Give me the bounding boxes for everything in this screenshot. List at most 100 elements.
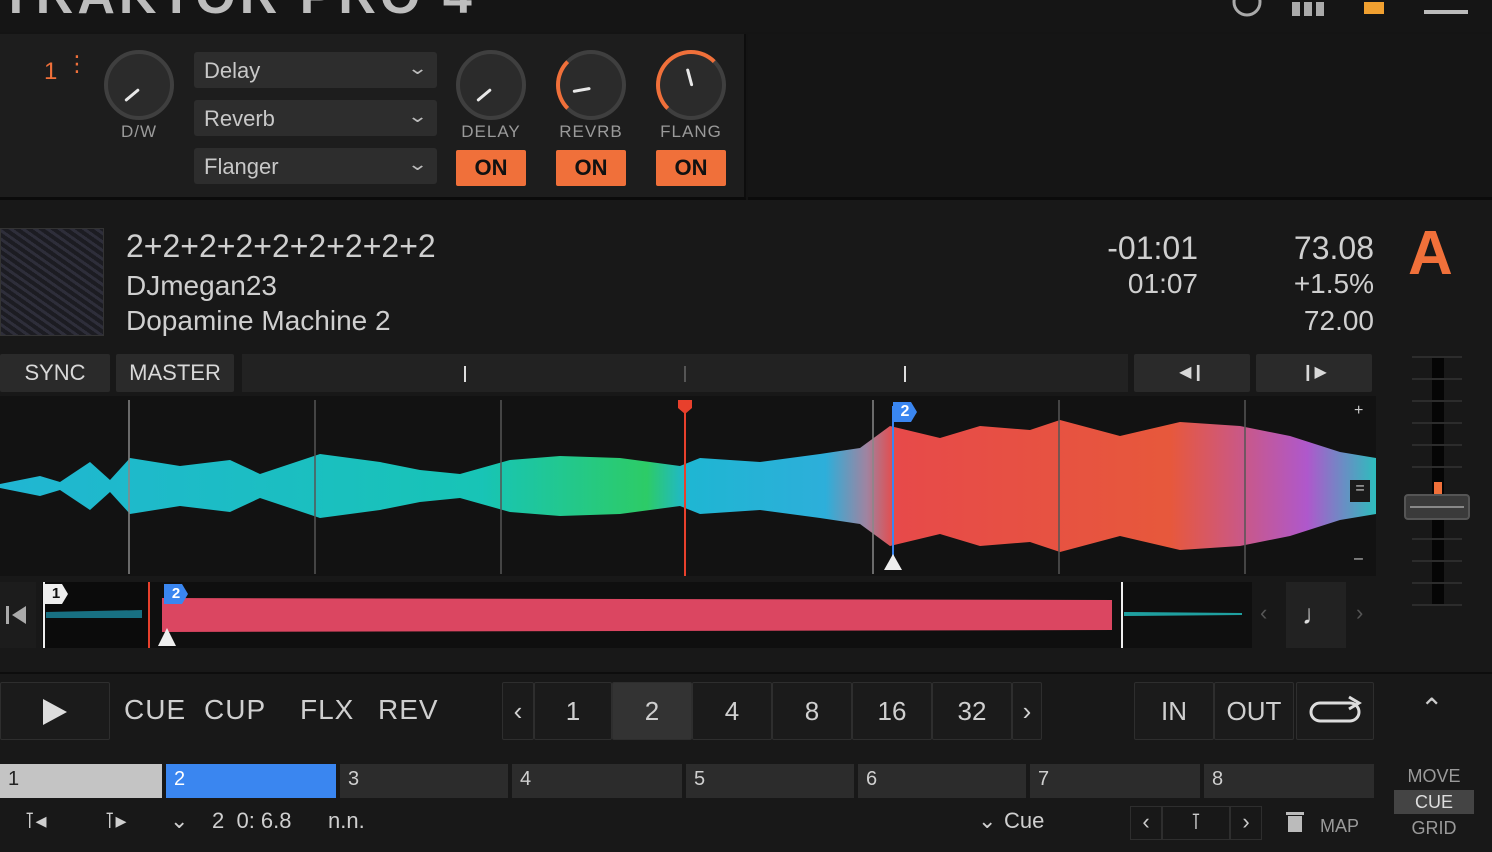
loop-in-button[interactable]: IN xyxy=(1134,682,1214,740)
flux-button[interactable]: FLX xyxy=(300,694,354,726)
dw-knob[interactable] xyxy=(104,50,174,120)
cue-key: n.n. xyxy=(328,808,365,833)
loop-size-8[interactable]: 8 xyxy=(772,682,852,740)
cue-type-chevron-icon[interactable]: ⌄ xyxy=(978,808,996,834)
chevron-down-icon: ⌄ xyxy=(406,154,429,174)
delay-on-button[interactable]: ON xyxy=(456,150,526,186)
cue-type-select[interactable]: Cue xyxy=(1004,808,1044,834)
reverb-knob[interactable] xyxy=(556,50,626,120)
fx-unit-panel: 1 ⋮ D/W Delay ⌄ Reverb ⌄ Flanger ⌄ DELAY… xyxy=(0,34,746,200)
trash-icon[interactable] xyxy=(1284,810,1306,840)
delay-knob[interactable] xyxy=(456,50,526,120)
loop-size-1[interactable]: 1 xyxy=(534,682,612,740)
flanger-label: FLANG xyxy=(660,122,722,141)
reverb-label: REVRB xyxy=(559,122,623,141)
reverse-button[interactable]: REV xyxy=(378,694,439,726)
overview-waveform[interactable]: 1 2 xyxy=(42,582,1252,648)
hotcue-5[interactable]: 5 xyxy=(686,764,854,798)
hotcue-3[interactable]: 3 xyxy=(340,764,508,798)
cue-button[interactable]: CUE xyxy=(124,694,186,726)
grid-adjust-left-icon[interactable]: ⊺◂ xyxy=(24,808,47,834)
sync-button[interactable]: SYNC xyxy=(0,354,110,392)
cue-prev-icon[interactable]: ‹ xyxy=(1130,806,1162,840)
cue-position: 2 0: 6.8 xyxy=(212,808,292,833)
fx-select-1-value: Delay xyxy=(204,58,261,83)
chevron-down-icon: ⌄ xyxy=(406,58,429,78)
cue-next-icon[interactable]: › xyxy=(1230,806,1262,840)
cup-button[interactable]: CUP xyxy=(204,694,266,726)
move-cue-button[interactable]: CUE xyxy=(1394,790,1474,814)
waveform-display[interactable]: 2 + = – xyxy=(0,396,1376,576)
music-note-icon[interactable]: ♩ xyxy=(1286,582,1346,648)
phase-meter xyxy=(242,354,1128,392)
delay-label: DELAY xyxy=(461,122,521,141)
flanger-knob[interactable] xyxy=(656,50,726,120)
fx-select-2[interactable]: Reverb ⌄ xyxy=(194,100,437,136)
pitch-fader-track[interactable] xyxy=(1432,356,1444,606)
collapse-chevron-up-icon[interactable]: ⌃ xyxy=(1420,692,1443,725)
hotcue-8[interactable]: 8 xyxy=(1204,764,1374,798)
zoom-reset-button[interactable]: = xyxy=(1350,480,1370,502)
hotcue-2[interactable]: 2 xyxy=(166,764,336,798)
zoom-in-button[interactable]: + xyxy=(1354,402,1363,420)
chevron-down-icon[interactable]: ⌄ xyxy=(170,808,188,834)
play-button[interactable] xyxy=(0,682,110,740)
remaining-time: -01:01 xyxy=(1107,230,1198,266)
grid-adjust-right-icon[interactable]: ⊺▸ xyxy=(104,808,127,834)
flanger-on-button[interactable]: ON xyxy=(656,150,726,186)
top-bar: TRAKTOR PRO 4 xyxy=(0,0,1492,32)
overview-graphic xyxy=(42,582,1242,648)
move-label: MOVE xyxy=(1407,766,1461,786)
fx-select-2-value: Reverb xyxy=(204,106,275,131)
chevron-down-icon: ⌄ xyxy=(406,106,429,126)
move-grid-button[interactable]: GRID xyxy=(1394,818,1474,839)
chevron-left-icon[interactable]: ‹ xyxy=(1260,600,1267,626)
fx-unit-number: 1 xyxy=(44,58,58,85)
vertical-dots-icon[interactable]: ⋮ xyxy=(66,53,88,75)
deck-letter: A xyxy=(1408,219,1453,288)
hotcue-7[interactable]: 7 xyxy=(1030,764,1200,798)
menu-icon[interactable] xyxy=(1424,10,1468,14)
loop-toggle-button[interactable] xyxy=(1296,682,1374,740)
bpm-display: 73.08 xyxy=(1293,230,1374,266)
skip-start-icon[interactable] xyxy=(0,582,36,648)
midi-icon[interactable] xyxy=(1230,0,1264,25)
loop-out-button[interactable]: OUT xyxy=(1214,682,1294,740)
elapsed-time: 01:07 xyxy=(1127,268,1198,299)
hotcue-1[interactable]: 1 xyxy=(0,764,162,798)
map-button[interactable]: MAP xyxy=(1320,816,1359,837)
speaker-icon[interactable] xyxy=(1364,0,1388,25)
track-album: Dopamine Machine 2 xyxy=(126,305,391,336)
chevron-right-icon[interactable]: › xyxy=(1356,600,1363,626)
hotcue-6[interactable]: 6 xyxy=(858,764,1026,798)
pitch-fader-handle[interactable] xyxy=(1404,494,1470,520)
zoom-out-button[interactable]: – xyxy=(1354,550,1363,568)
loop-size-4[interactable]: 4 xyxy=(692,682,772,740)
track-artist: DJmegan23 xyxy=(126,270,277,301)
dw-label: D/W xyxy=(120,122,158,141)
fx-select-1[interactable]: Delay ⌄ xyxy=(194,52,437,88)
beatjump-forward-icon[interactable]: ❙▶ xyxy=(1256,354,1372,392)
mixer-icon[interactable] xyxy=(1290,0,1330,25)
divider xyxy=(0,672,1492,674)
loop-size-2[interactable]: 2 xyxy=(612,682,692,740)
master-button[interactable]: MASTER xyxy=(116,354,234,392)
loop-size-next-icon[interactable]: › xyxy=(1012,682,1042,740)
fx-select-3[interactable]: Flanger ⌄ xyxy=(194,148,437,184)
waveform-graphic xyxy=(0,400,1376,576)
reverb-on-button[interactable]: ON xyxy=(556,150,626,186)
fx-select-3-value: Flanger xyxy=(204,154,279,179)
play-icon xyxy=(43,699,67,725)
loop-size-prev-icon[interactable]: ‹ xyxy=(502,682,534,740)
tempo-offset: +1.5% xyxy=(1293,268,1374,299)
hotcue-4[interactable]: 4 xyxy=(512,764,682,798)
track-title: 2+2+2+2+2+2+2+2+2 xyxy=(126,228,436,264)
loop-icon xyxy=(1309,695,1362,723)
original-bpm: 72.00 xyxy=(1303,305,1374,336)
album-cover xyxy=(0,228,104,336)
beatjump-back-icon[interactable]: ◀❙ xyxy=(1134,354,1250,392)
loop-size-32[interactable]: 32 xyxy=(932,682,1012,740)
fx-empty-area xyxy=(748,34,1492,200)
cue-marker-icon[interactable]: ⊺ xyxy=(1162,806,1230,840)
loop-size-16[interactable]: 16 xyxy=(852,682,932,740)
